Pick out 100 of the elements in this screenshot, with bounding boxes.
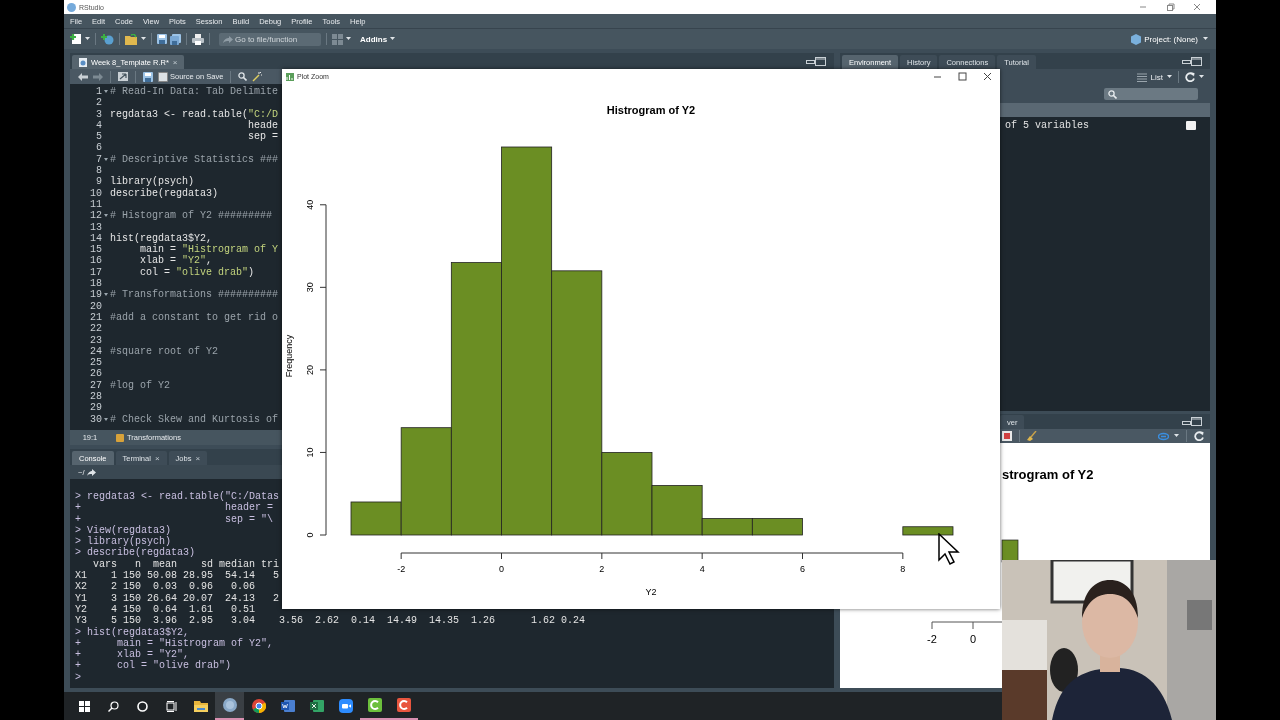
- console-output-text: Y2 4 150 0.64 1.61 0.51: [75, 603, 256, 616]
- axis-label: 6: [800, 564, 805, 574]
- maximize-icon[interactable]: [958, 72, 967, 81]
- go-to-directory-icon[interactable]: [87, 468, 97, 476]
- magic-wand-icon[interactable]: [252, 71, 263, 82]
- caret-icon[interactable]: [141, 37, 146, 41]
- view-data-icon[interactable]: [1186, 120, 1196, 130]
- close-tab-icon[interactable]: ×: [172, 57, 178, 67]
- console-command-text: > describe(regdata3): [75, 547, 196, 559]
- console-output-text: vars n mean sd median tri: [92, 558, 280, 571]
- fold-arrow-icon[interactable]: [104, 417, 108, 421]
- console-command-text: > hist(regdata3$Y2,: [75, 626, 190, 638]
- project-icon[interactable]: [1131, 33, 1142, 45]
- show-in-window-icon[interactable]: [118, 72, 128, 81]
- video-call-icon[interactable]: [338, 699, 353, 713]
- console-output-text: Y1 3 150 26.64 20.07 24.13 2: [75, 592, 280, 604]
- close-icon[interactable]: [983, 72, 992, 81]
- export-icon[interactable]: [1002, 431, 1012, 441]
- line-number: 7: [95, 153, 102, 166]
- windows-start-icon[interactable]: [79, 700, 90, 712]
- spreadsheet-icon[interactable]: [309, 699, 324, 713]
- caret-icon[interactable]: [1203, 37, 1208, 41]
- axis-title: Frequency: [284, 334, 294, 378]
- axis-label: 4: [699, 564, 705, 574]
- console-output-text: Y3 5 150 3.96 2.95 3.04 3.56 2.62 0.14 14.49 14.35 1.26 1.62 0.24: [75, 615, 586, 627]
- caret-icon[interactable]: [1174, 434, 1179, 438]
- restore-icon[interactable]: [1165, 2, 1175, 12]
- app-logo-icon: [67, 2, 76, 12]
- line-number: 27: [89, 379, 102, 391]
- line-number: 25: [89, 357, 102, 369]
- task-view-icon[interactable]: [165, 700, 178, 712]
- back-arrow-icon[interactable]: [78, 72, 88, 81]
- close-tab-icon[interactable]: ×: [154, 453, 160, 463]
- axis-label: 2: [599, 564, 605, 574]
- circle-icon[interactable]: [137, 700, 148, 712]
- minimize-pane-icon[interactable]: [806, 58, 815, 64]
- axis-label: 20: [305, 364, 315, 375]
- chrome-icon[interactable]: [251, 699, 266, 713]
- code-comment: # Read-In Data: Tab Delimite: [110, 86, 279, 98]
- minimize-pane-icon[interactable]: [1182, 418, 1191, 425]
- line-number: 18: [89, 278, 102, 290]
- fold-arrow-icon[interactable]: [104, 90, 108, 94]
- save-icon[interactable]: [157, 34, 167, 44]
- close-tab-icon[interactable]: ×: [195, 453, 201, 463]
- code-comment: # Transformations ##########: [110, 289, 279, 301]
- broom-icon[interactable]: [1027, 431, 1037, 441]
- search-icon[interactable]: [108, 700, 119, 712]
- search-field[interactable]: [1104, 88, 1198, 100]
- data-summary: of 5 variables: [1005, 119, 1089, 131]
- new-project-icon[interactable]: [101, 33, 114, 45]
- caret-icon[interactable]: [1199, 75, 1204, 79]
- maximize-pane-icon[interactable]: [815, 56, 826, 66]
- new-file-icon[interactable]: [70, 33, 82, 45]
- fold-arrow-icon[interactable]: [104, 214, 108, 218]
- code-comment: #log of Y2: [110, 379, 170, 391]
- save-icon[interactable]: [143, 71, 153, 82]
- line-number: 21: [89, 311, 102, 324]
- code-line: main = "Histrogram of Y: [139, 244, 279, 256]
- screen-recorder-icon[interactable]: [396, 698, 411, 712]
- goto-file-field[interactable]: Go to file/function: [219, 32, 321, 46]
- line-number: 29: [89, 402, 102, 414]
- folder-icon[interactable]: [193, 699, 208, 713]
- save-all-icon[interactable]: [170, 33, 181, 45]
- line-number: 4: [95, 119, 102, 132]
- project-menu[interactable]: Project: (None): [1144, 34, 1198, 44]
- console-output-text: X1 1 150 50.08 28.95 54.14 5: [75, 570, 280, 582]
- maximize-pane-icon[interactable]: [1191, 417, 1202, 426]
- line-number: 5: [95, 131, 102, 143]
- minimize-pane-icon[interactable]: [1182, 58, 1191, 64]
- word-document-icon[interactable]: [280, 699, 295, 713]
- list-view-icon[interactable]: [1136, 72, 1147, 82]
- r-logo-icon[interactable]: [222, 698, 237, 712]
- line-number: 6: [95, 142, 102, 154]
- maximize-pane-icon[interactable]: [1191, 56, 1202, 66]
- console-command-text: + main = "Histrogram of Y2",: [75, 637, 274, 649]
- caret-icon[interactable]: [1167, 75, 1172, 79]
- caret-icon[interactable]: [390, 37, 396, 41]
- console-command-text: > library(psych): [75, 536, 171, 548]
- list-view-menu[interactable]: List: [1150, 72, 1163, 82]
- caret-icon[interactable]: [346, 37, 351, 41]
- line-number: 3: [95, 108, 102, 120]
- code-line: library(psych): [110, 176, 194, 188]
- console-command-text: > View(regdata3): [75, 524, 171, 537]
- fold-arrow-icon[interactable]: [104, 293, 108, 297]
- histogram-bar: [1001, 539, 1019, 563]
- code-line: hist(regdata3$Y2,: [110, 232, 213, 244]
- line-number: 11: [89, 198, 102, 211]
- histogram-bar: [751, 518, 803, 536]
- addins-menu[interactable]: Addins: [360, 34, 388, 44]
- axis-label: 0: [499, 564, 504, 574]
- line-number: 23: [89, 334, 102, 346]
- refresh-icon[interactable]: [1185, 72, 1195, 82]
- line-number: 8: [95, 165, 102, 177]
- refresh-icon[interactable]: [1194, 431, 1204, 441]
- line-number: 1: [95, 86, 102, 98]
- print-icon[interactable]: [192, 33, 204, 45]
- fold-arrow-icon[interactable]: [104, 157, 108, 161]
- screen-recorder-icon[interactable]: [367, 698, 382, 712]
- open-folder-icon[interactable]: [125, 33, 138, 45]
- caret-icon[interactable]: [85, 37, 90, 41]
